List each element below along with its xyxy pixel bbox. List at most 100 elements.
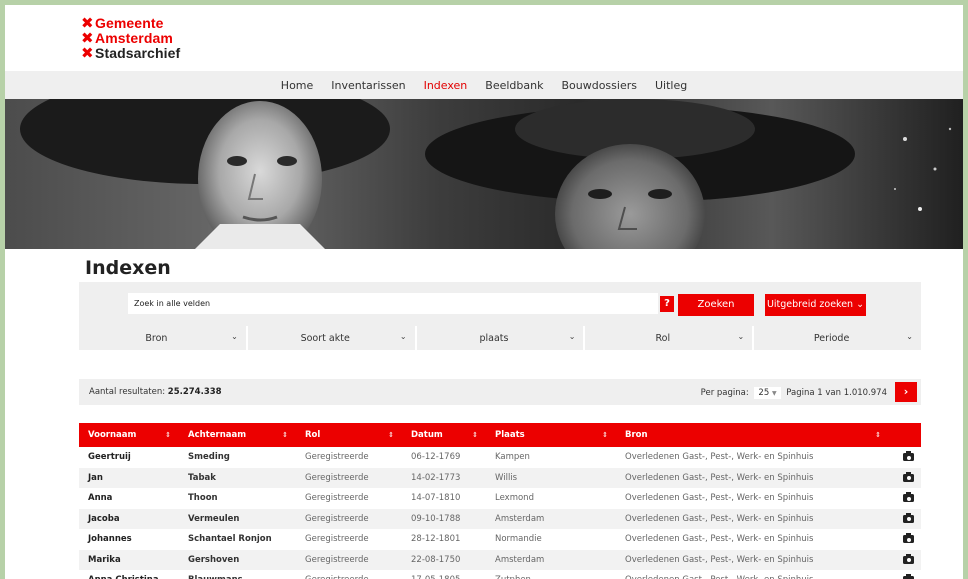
logo-line-2: Amsterdam [95,29,173,46]
search-button[interactable]: Zoeken [678,294,754,316]
camera-icon[interactable] [903,471,914,482]
per-page-value: 25 [758,388,770,398]
table-row[interactable]: Geertruij Smeding Geregistreerde 06-12-1769… [79,447,921,468]
column-header-bron[interactable]: Bron ⇕ [616,423,889,447]
table-row[interactable]: Anna ChristinaBlauwmansGeregistreerde17-… [79,570,921,579]
table-cell: Geregistreerde [305,554,369,565]
results-table: Voornaam ⇕ Achternaam ⇕ Rol ⇕ Datum ⇕ Plaats… [79,423,921,579]
table-cell: Anna Christina [79,570,179,579]
filter-bar: Bron ⌄ Soort akte ⌄ plaats ⌄ Rol ⌄ Perio… [79,326,921,350]
table-cell: Johannes [88,534,132,544]
search-panel: ? Zoeken Uitgebreid zoeken ⌄ [79,282,921,326]
filter-periode[interactable]: Periode ⌄ [754,326,921,350]
table-row[interactable]: Jan Tabak Geregistreerde 14-02-1773 Willis Ov… [79,467,921,489]
nav-item-home[interactable]: Home [281,79,313,92]
filter-rol[interactable]: Rol ⌄ [585,326,755,350]
camera-icon[interactable] [903,512,914,523]
cross-icon: ✖ [81,13,94,32]
page-title: Indexen [85,257,171,279]
column-header-rol[interactable]: Rol ⇕ [296,423,402,447]
main-nav: Home Inventarissen Indexen Beeldbank Bou… [5,71,963,99]
column-header-voornaam[interactable]: Voornaam ⇕ [79,423,179,447]
per-page-label: Per pagina: [700,388,749,398]
filter-label: Soort akte [300,332,350,344]
page-indicator: Pagina 1 van 1.010.974 [786,388,887,398]
camera-icon[interactable] [903,492,914,502]
table-cell: Overledenen Gast-, Pest-, Werk- en Spinh… [625,534,814,544]
table-cell: 22-08-1750 [411,554,461,565]
results-count-label: Aantal resultaten: [89,387,166,397]
table-row[interactable]: Marika Gershoven Geregistreerde 22-08-1750 A… [79,549,921,571]
column-header-datum[interactable]: Datum ⇕ [402,423,486,447]
table-cell: Overledenen Gast-, Pest-, Werk- en Spinh… [616,570,889,579]
nav-item-uitleg[interactable]: Uitleg [655,79,687,92]
per-page-select[interactable]: 25 ▼ [754,387,781,399]
chevron-down-icon: ▼ [771,390,777,397]
table-cell: Normandie [495,534,542,544]
column-header-achternaam[interactable]: Achternaam ⇕ [179,423,296,447]
advanced-search-button[interactable]: Uitgebreid zoeken ⌄ [765,294,866,316]
table-cell: Jacoba [88,513,120,524]
table-cell: Amsterdam [495,513,545,524]
sort-icon[interactable]: ⇕ [282,423,288,447]
column-header-plaats[interactable]: Plaats ⇕ [486,423,616,447]
table-cell: Geregistreerde [296,570,402,579]
table-cell: Overledenen Gast-, Pest-, Werk- en Spinh… [625,452,814,462]
table-cell: Overledenen Gast-, Pest-, Werk- en Spinh… [625,493,814,503]
table-cell: Overledenen Gast-, Pest-, Werk- en Spinh… [625,554,814,565]
column-header-scan [889,423,921,447]
camera-icon[interactable] [903,533,914,543]
nav-item-inventarissen[interactable]: Inventarissen [331,79,405,92]
table-cell-scan [889,468,921,489]
sort-icon[interactable]: ⇕ [165,423,171,447]
chevron-down-icon: ⌄ [906,332,913,341]
help-button[interactable]: ? [660,296,674,312]
table-cell: Schantael Ronjon [188,534,272,544]
nav-item-bouwdossiers[interactable]: Bouwdossiers [561,79,637,92]
sort-icon[interactable]: ⇕ [602,423,608,447]
gemeente-amsterdam-logo[interactable]: ✖ Gemeente ✖ Amsterdam ✖ Stadsarchief [81,15,180,60]
table-cell-scan [889,550,921,571]
camera-icon[interactable] [903,451,914,461]
table-cell-scan [889,529,921,550]
sort-icon[interactable]: ⇕ [875,423,881,447]
table-cell-scan [889,570,921,579]
nav-item-indexen[interactable]: Indexen [424,79,468,92]
table-cell: Willis [495,472,518,483]
nav-item-beeldbank[interactable]: Beeldbank [485,79,543,92]
sort-icon[interactable]: ⇕ [388,423,394,447]
sort-icon[interactable]: ⇕ [472,423,478,447]
filter-soort-akte[interactable]: Soort akte ⌄ [248,326,417,350]
filter-label: Bron [145,332,168,344]
cross-icon: ✖ [81,43,94,62]
table-cell: Overledenen Gast-, Pest-, Werk- en Spinh… [625,513,814,524]
chevron-down-icon: ⌄ [399,332,407,341]
table-row[interactable]: Anna Thoon Geregistreerde 14-07-1810 Lexmond… [79,488,921,509]
results-count: Aantal resultaten: 25.274.338 [89,387,222,397]
table-row[interactable]: Johannes Schantael Ronjon Geregistreerde 28… [79,529,921,550]
camera-icon[interactable] [903,553,914,564]
table-cell: Zutphen [486,570,616,579]
table-cell: Amsterdam [495,554,545,565]
table-row[interactable]: Jacoba Vermeulen Geregistreerde 09-10-1788 A… [79,508,921,530]
table-cell: Geertruij [88,452,131,462]
page-frame: ✖ Gemeente ✖ Amsterdam ✖ Stadsarchief Home … [5,5,963,579]
next-page-button[interactable]: › [895,382,917,402]
filter-bron[interactable]: Bron ⌄ [79,326,248,350]
table-cell-scan [889,509,921,530]
table-cell: Geregistreerde [305,493,369,503]
filter-label: plaats [479,332,509,344]
table-cell-scan [889,447,921,468]
table-cell: 06-12-1769 [411,452,461,462]
table-cell: Blauwmans [179,570,296,579]
hero-image [5,99,963,249]
filter-plaats[interactable]: plaats ⌄ [417,326,586,350]
results-count-value: 25.274.338 [167,387,222,397]
table-cell: Geregistreerde [305,452,369,462]
table-cell: Jan [88,472,103,483]
table-cell: Vermeulen [188,513,240,524]
table-cell: 09-10-1788 [411,513,461,524]
results-bar: Aantal resultaten: 25.274.338 Per pagina… [79,379,921,405]
table-cell: Geregistreerde [305,513,369,524]
search-input[interactable] [128,293,658,314]
